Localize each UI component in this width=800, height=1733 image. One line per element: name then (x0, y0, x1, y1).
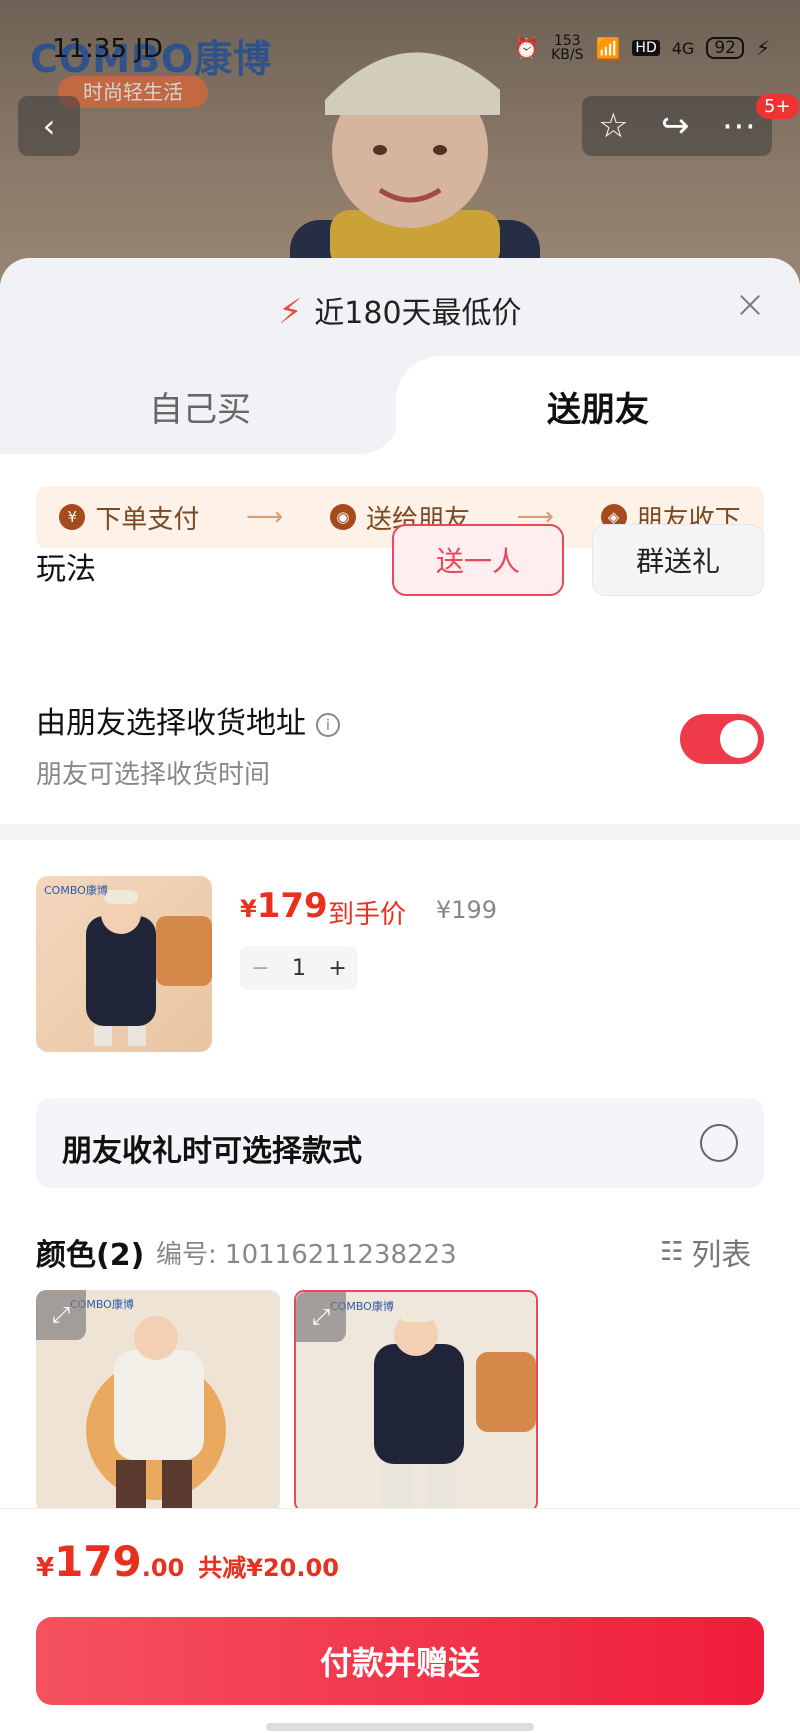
wechat-icon: ◉ (329, 504, 356, 530)
net-speed: 153 KB/S (551, 33, 584, 63)
list-icon: ☷ (660, 1237, 684, 1267)
step-label: 下单支付 (95, 504, 200, 535)
message-badge: 5+ (756, 94, 799, 119)
more-icon[interactable]: ⋯ (722, 106, 756, 146)
minus-button[interactable]: − (251, 956, 269, 981)
step-pay: ¥ 下单支付 (59, 499, 199, 536)
tab-gift-friend[interactable]: 送朋友 (396, 356, 800, 456)
sheet-header: ⚡ 近180天最低价 × 自己买 送朋友 (0, 258, 800, 456)
quantity-stepper: − 1 + (240, 946, 358, 990)
style-option-label: 朋友收礼时可选择款式 (62, 1134, 362, 1169)
plus-button[interactable]: + (328, 956, 346, 981)
color-swatch-white[interactable]: COMBO康博 ⤢ (36, 1290, 280, 1512)
arrow-right-icon: ⟶ (246, 502, 284, 532)
color-title: 颜色(2) (36, 1238, 145, 1273)
address-subtitle: 朋友可选择收货时间 (36, 760, 271, 790)
list-view-button[interactable]: ☷ 列表 (660, 1230, 751, 1274)
color-swatch-black[interactable]: COMBO康博 ⤢ (294, 1290, 538, 1512)
product-thumbnail[interactable]: COMBO康博 (36, 876, 212, 1052)
expand-icon[interactable]: ⤢ (296, 1292, 346, 1342)
original-price: ¥199 (436, 896, 498, 924)
address-option: 由朋友选择收货地址 i (36, 698, 340, 742)
tab-curve (360, 414, 400, 454)
total-price: ¥179.00 共减¥20.00 (36, 1537, 339, 1586)
hd-icon: HD (632, 40, 660, 56)
status-icons: ⏰ 153 KB/S 📶 HD 4G 92 ⚡ (514, 34, 770, 62)
total-saving: 共减¥20.00 (198, 1554, 339, 1582)
checkout-footer: ¥179.00 共减¥20.00 付款并赠送 (0, 1508, 800, 1733)
price-label: 到手价 (328, 900, 407, 930)
status-bar: 11:35 JD ⏰ 153 KB/S 📶 HD 4G 92 ⚡ (0, 0, 800, 90)
expand-icon[interactable]: ⤢ (36, 1290, 86, 1340)
wifi-icon: 📶 (595, 36, 621, 60)
star-icon[interactable]: ☆ (598, 106, 628, 146)
play-label: 玩法 (36, 552, 96, 587)
send-one-button[interactable]: 送一人 (392, 524, 564, 596)
pay-and-gift-button[interactable]: 付款并赠送 (36, 1617, 764, 1705)
back-button[interactable]: ‹ (18, 96, 80, 156)
alarm-icon: ⏰ (514, 36, 540, 60)
home-indicator[interactable] (266, 1723, 534, 1731)
group-gift-button[interactable]: 群送礼 (592, 524, 764, 596)
close-icon[interactable]: × (734, 282, 766, 326)
quantity-value: 1 (292, 955, 306, 981)
lightning-icon: ⚡ (278, 292, 303, 332)
style-option-radio[interactable] (700, 1124, 738, 1162)
share-icon[interactable]: ↪ (661, 106, 690, 146)
address-toggle[interactable] (680, 714, 764, 764)
product-photo: COMBO康博 (44, 883, 212, 1046)
status-time: 11:35 JD (52, 34, 163, 64)
toggle-knob (720, 720, 758, 758)
sheet-title: ⚡ 近180天最低价 (278, 292, 522, 332)
battery-icon: 92 (706, 37, 744, 59)
signal-4g: 4G (671, 38, 695, 58)
charging-icon: ⚡ (755, 36, 770, 60)
product-price: ¥179 (240, 886, 328, 926)
tab-buy-self[interactable]: 自己买 (0, 358, 400, 454)
gift-sheet: ⚡ 近180天最低价 × 自己买 送朋友 ¥ 下单支付 ⟶ ◉ 送给朋友 ⟶ ◈ … (0, 258, 800, 1733)
product-hero-image: COMBO康博 时尚轻生活 11:35 JD ⏰ 153 KB/S 📶 HD 4G… (0, 0, 800, 290)
svg-text:COMBO康博: COMBO康博 (44, 883, 108, 897)
info-icon[interactable]: i (316, 712, 340, 737)
yen-icon: ¥ (59, 504, 86, 530)
friend-style-option[interactable]: 朋友收礼时可选择款式 (36, 1098, 764, 1188)
section-divider (0, 824, 800, 840)
chevron-left-icon: ‹ (42, 107, 56, 145)
list-label: 列表 (691, 1238, 752, 1273)
nav-actions: ☆ ↪ ⋯ (582, 96, 772, 156)
product-code: 编号: 10116211238223 (156, 1240, 457, 1270)
